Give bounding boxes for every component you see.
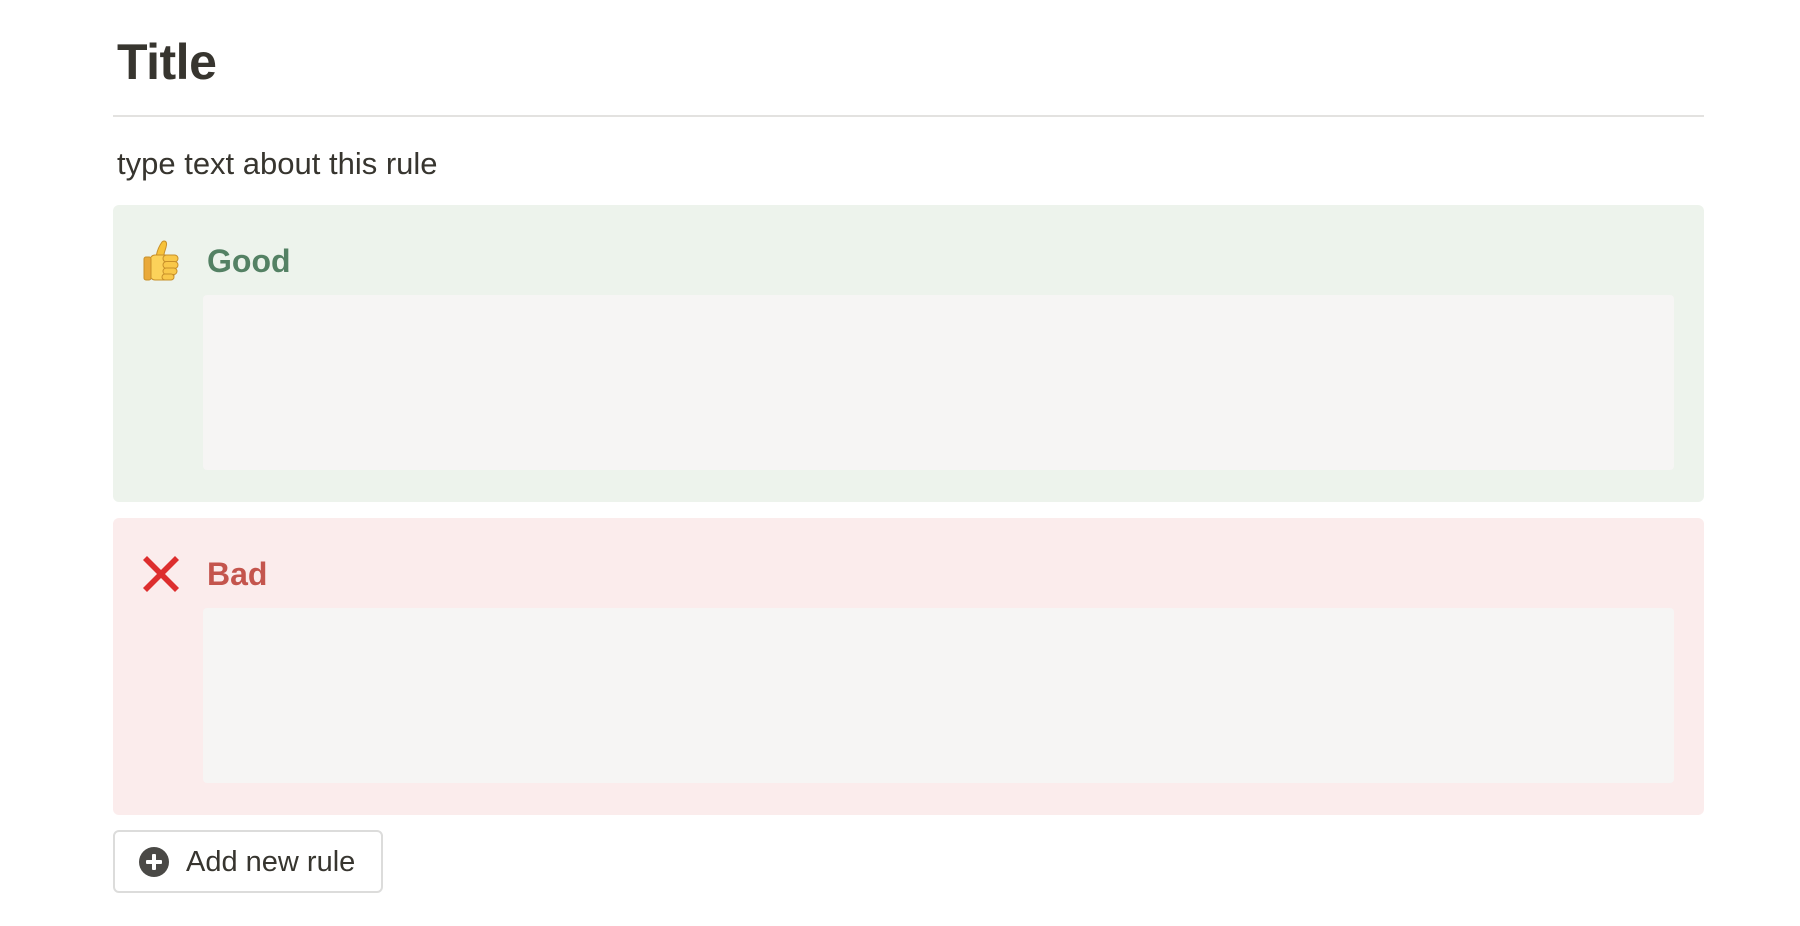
add-new-rule-label: Add new rule xyxy=(186,845,356,878)
thumbs-up-icon[interactable] xyxy=(137,237,185,285)
plus-circle-icon xyxy=(138,846,170,878)
good-callout: Good xyxy=(113,205,1704,502)
page-title[interactable]: Title xyxy=(117,30,217,94)
cross-mark-icon[interactable] xyxy=(137,550,185,598)
add-new-rule-button[interactable]: Add new rule xyxy=(113,830,383,893)
bad-example-block[interactable] xyxy=(203,608,1674,783)
title-divider xyxy=(113,115,1704,117)
bad-label: Bad xyxy=(207,556,268,592)
good-example-block[interactable] xyxy=(203,295,1674,470)
rule-page: Title type text about this rule Good Bad… xyxy=(0,0,1800,926)
rule-description[interactable]: type text about this rule xyxy=(117,143,438,185)
bad-callout: Bad xyxy=(113,518,1704,815)
good-label: Good xyxy=(207,243,291,279)
